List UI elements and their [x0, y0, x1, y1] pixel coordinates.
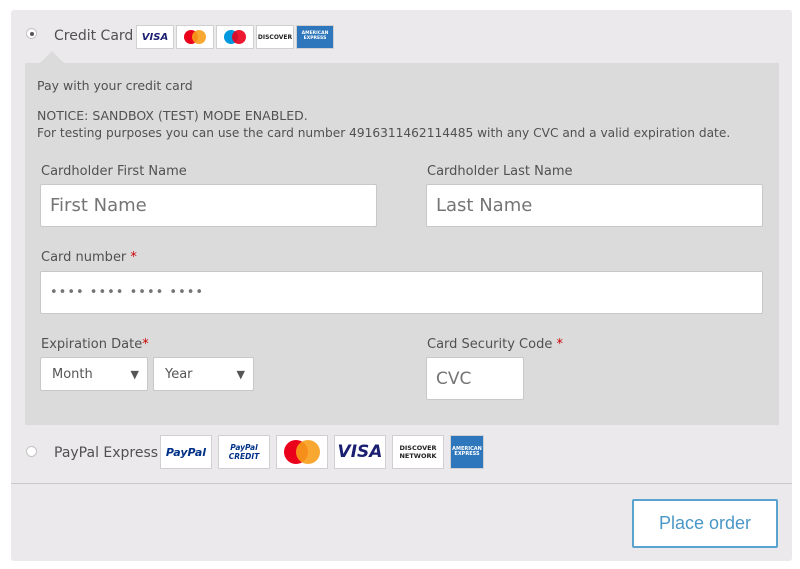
first-name-input[interactable]: [40, 184, 377, 227]
last-name-label: Cardholder Last Name: [427, 164, 573, 179]
first-name-label: Cardholder First Name: [41, 164, 187, 179]
paypal-label[interactable]: PayPal Express: [54, 445, 158, 461]
year-select[interactable]: Year ▼: [153, 357, 254, 391]
amex-logo-icon: AMERICAN EXPRESS: [296, 25, 334, 49]
card-number-label: Card number *: [41, 250, 137, 265]
year-select-value: Year: [165, 366, 193, 382]
chevron-down-icon: ▼: [130, 368, 139, 381]
visa-logo-icon: VISA: [136, 25, 174, 49]
divider: [11, 483, 792, 484]
required-mark: *: [130, 250, 137, 265]
pay-description: Pay with your credit card: [37, 78, 193, 93]
security-code-label-text: Card Security Code: [427, 337, 553, 352]
paypal-logo-icon: PayPal: [160, 435, 212, 469]
required-mark: *: [556, 337, 563, 352]
sandbox-notice: NOTICE: SANDBOX (TEST) MODE ENABLED.: [37, 108, 308, 123]
mastercard-logo-icon: [176, 25, 214, 49]
credit-card-radio[interactable]: [26, 28, 37, 39]
paypal-method-row[interactable]: [26, 446, 37, 457]
discover-logo-icon: DISCOVER NETWORK: [392, 435, 444, 469]
credit-card-label[interactable]: Credit Card: [54, 28, 133, 44]
paypal-radio[interactable]: [26, 446, 37, 457]
month-select-value: Month: [52, 366, 93, 382]
security-code-label: Card Security Code *: [427, 337, 563, 352]
credit-card-logos: VISA DISCOVER AMERICAN EXPRESS: [136, 25, 334, 49]
card-number-input[interactable]: [40, 271, 763, 314]
month-select[interactable]: Month ▼: [40, 357, 148, 391]
last-name-input[interactable]: [426, 184, 763, 227]
paypal-credit-logo-icon: PayPal CREDIT: [218, 435, 270, 469]
paypal-logos: PayPal PayPal CREDIT VISA DISCOVER NETWO…: [160, 435, 484, 469]
place-order-button[interactable]: Place order: [632, 499, 778, 548]
cc-box-pointer: [40, 51, 64, 63]
expiration-label: Expiration Date*: [41, 337, 149, 352]
chevron-down-icon: ▼: [236, 368, 245, 381]
cvc-input[interactable]: [426, 357, 524, 400]
amex-logo-icon: AMERICAN EXPRESS: [450, 435, 484, 469]
expiration-label-text: Expiration Date: [41, 337, 143, 352]
testing-notice: For testing purposes you can use the car…: [37, 126, 731, 140]
maestro-logo-icon: [216, 25, 254, 49]
visa-logo-icon: VISA: [334, 435, 386, 469]
discover-logo-icon: DISCOVER: [256, 25, 294, 49]
credit-card-method-row[interactable]: [26, 28, 37, 39]
required-mark: *: [142, 337, 149, 352]
card-number-label-text: Card number: [41, 250, 127, 265]
mastercard-logo-icon: [276, 435, 328, 469]
